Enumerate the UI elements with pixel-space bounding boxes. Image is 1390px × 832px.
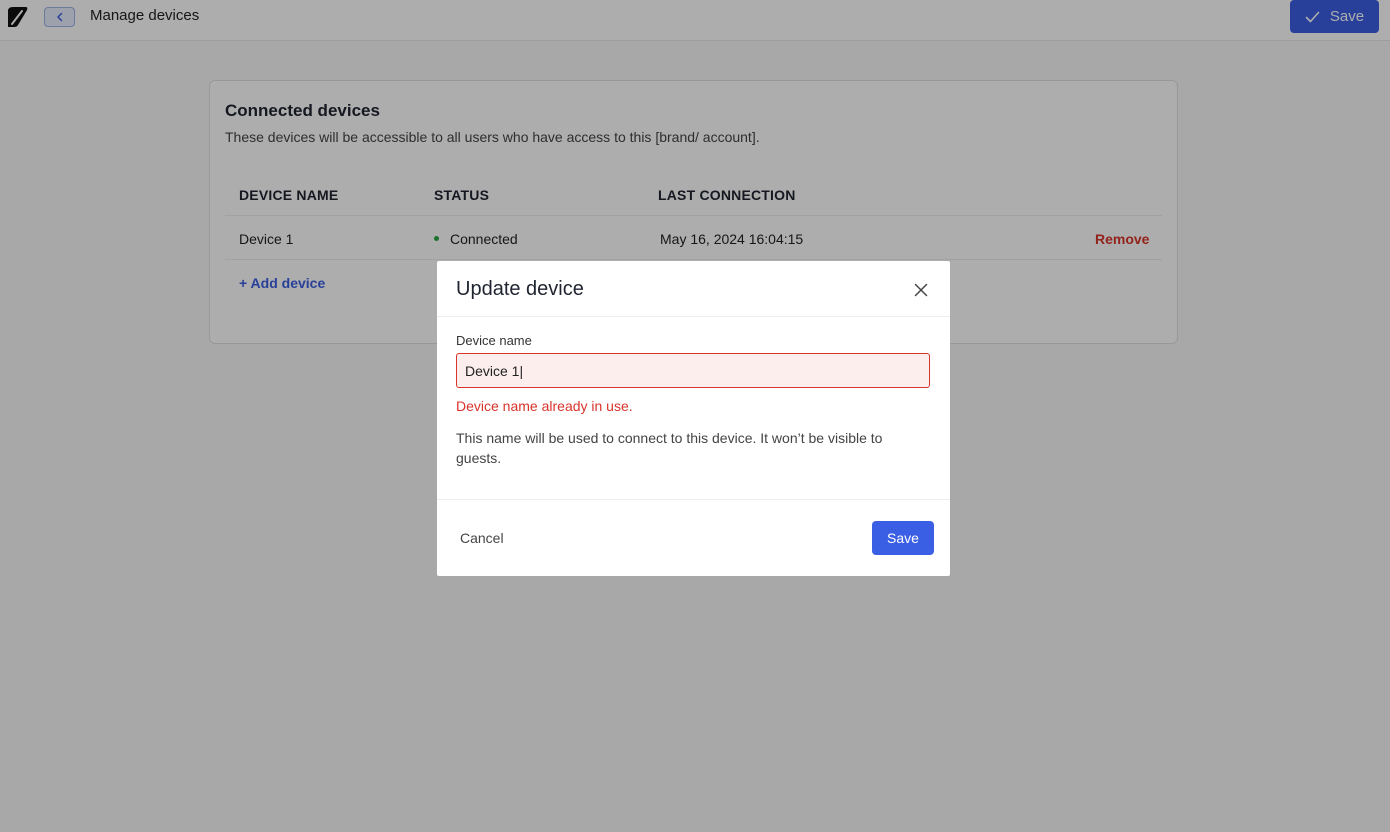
- device-name-label: Device name: [456, 333, 532, 348]
- modal-title: Update device: [456, 278, 584, 300]
- device-name-input[interactable]: [456, 353, 930, 388]
- app: Manage devices Save Connected devices Th…: [0, 0, 1390, 832]
- modal-save-button[interactable]: Save: [872, 521, 934, 555]
- device-name-error: Device name already in use.: [456, 398, 633, 414]
- close-icon[interactable]: [911, 280, 931, 300]
- cancel-button[interactable]: Cancel: [460, 530, 504, 546]
- modal-header-divider: [437, 316, 950, 317]
- device-name-help: This name will be used to connect to thi…: [456, 430, 883, 466]
- update-device-modal: Update device Device name Device name al…: [437, 261, 950, 576]
- modal-footer-divider: [437, 499, 950, 500]
